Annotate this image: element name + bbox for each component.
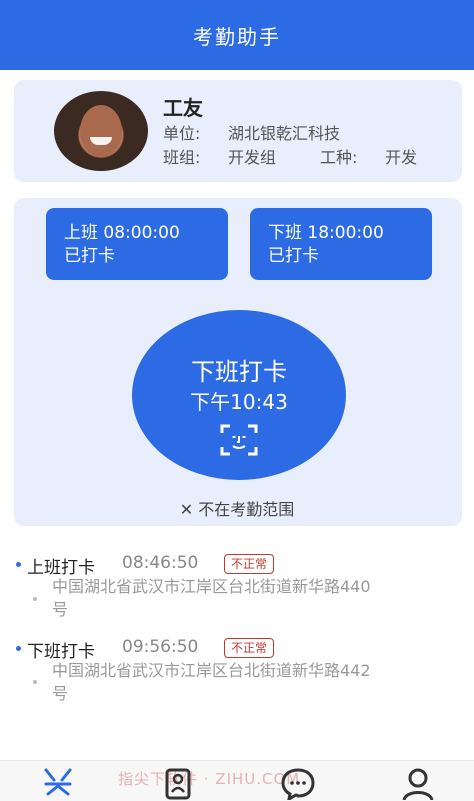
record-title: 上班打卡 bbox=[27, 558, 95, 578]
user-icon[interactable] bbox=[400, 766, 436, 800]
avatar bbox=[54, 91, 148, 171]
record-address-line1: 中国湖北省武汉市江岸区台北街道新华路440 bbox=[52, 577, 371, 596]
shift-on-card: 上班 08:00:00 已打卡 bbox=[46, 208, 228, 280]
profile-worktype-label: 工种: bbox=[320, 148, 358, 167]
profile-worktype-value: 开发 bbox=[385, 148, 418, 167]
face-scan-icon bbox=[220, 424, 258, 456]
record-address-line2: 号 bbox=[52, 600, 69, 619]
shift-on-status: 已打卡 bbox=[64, 246, 115, 266]
attendance-icon[interactable] bbox=[40, 766, 76, 800]
record-bullet bbox=[16, 646, 21, 651]
page-title: 考勤助手 bbox=[193, 24, 281, 49]
shift-on-title: 上班 08:00:00 bbox=[64, 223, 180, 243]
record-time: 09:56:50 bbox=[122, 637, 199, 657]
status-badge: 不正常 bbox=[224, 554, 275, 574]
contacts-icon[interactable] bbox=[160, 766, 196, 800]
app-header: 考勤助手 bbox=[0, 0, 474, 70]
punch-time: 下午10:43 bbox=[190, 390, 288, 414]
profile-name: 工友 bbox=[163, 96, 203, 120]
range-status: ✕ 不在考勤范围 bbox=[179, 500, 295, 519]
shift-off-card: 下班 18:00:00 已打卡 bbox=[250, 208, 432, 280]
profile-group-label: 班组: bbox=[163, 148, 201, 167]
address-bullet bbox=[33, 597, 37, 601]
shift-off-title: 下班 18:00:00 bbox=[268, 223, 384, 243]
record-address-line1: 中国湖北省武汉市江岸区台北街道新华路442 bbox=[52, 661, 371, 680]
record-address-line2: 号 bbox=[52, 684, 69, 703]
punch-label: 下班打卡 bbox=[191, 358, 287, 386]
watermark: 指尖下软件 · ZIHU.COM bbox=[118, 770, 301, 788]
shift-off-status: 已打卡 bbox=[268, 246, 319, 266]
record-title: 下班打卡 bbox=[27, 642, 95, 662]
punch-button[interactable]: 下班打卡 下午10:43 bbox=[132, 310, 346, 480]
message-icon[interactable] bbox=[280, 766, 316, 800]
address-bullet bbox=[33, 680, 37, 684]
status-badge: 不正常 bbox=[224, 638, 275, 658]
record-time: 08:46:50 bbox=[122, 553, 199, 573]
profile-group-value: 开发组 bbox=[228, 148, 277, 167]
profile-unit-label: 单位: bbox=[163, 124, 201, 143]
record-bullet bbox=[16, 562, 21, 567]
profile-unit-value: 湖北银乾汇科技 bbox=[228, 124, 341, 143]
